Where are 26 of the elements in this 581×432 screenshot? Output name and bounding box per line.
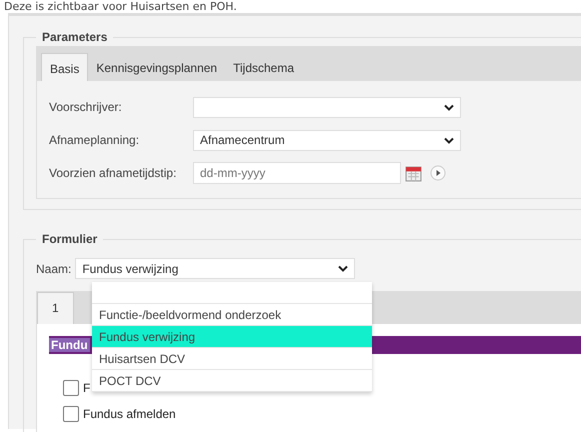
chevron-icon (338, 265, 348, 272)
group-legend: Formulier (36, 232, 104, 246)
name-select[interactable]: Fundus verwijzing (75, 258, 356, 279)
group-legend: Parameters (36, 30, 114, 44)
section-title: Fundu (49, 338, 90, 352)
date-field[interactable]: dd-mm-yyyy (193, 162, 401, 184)
select-field[interactable]: Afnamecentrum (193, 130, 461, 150)
select-field[interactable] (193, 96, 461, 118)
checkbox-label: Fundus afmelden (83, 407, 176, 421)
checkbox[interactable] (63, 380, 79, 396)
field-label: Voorschrijver: (49, 100, 123, 114)
field-label: Naam: (36, 262, 72, 276)
play-icon[interactable] (430, 165, 446, 181)
tab[interactable]: Basis (41, 53, 88, 81)
tab[interactable]: Kennisgevingsplannen (88, 53, 226, 81)
checkbox[interactable] (63, 406, 79, 422)
chevron-icon (444, 136, 454, 144)
checkbox-label: F (83, 381, 90, 395)
tab[interactable]: Tijdschema (225, 53, 302, 81)
caption-text: Deze is zichtbaar voor Huisartsen en POH. (3, 0, 238, 13)
field-label: Voorzien afnametijdstip: (49, 166, 178, 180)
field-label: Afnameplanning: (49, 133, 140, 147)
tab[interactable]: 1 (37, 292, 74, 324)
chevron-icon (444, 104, 454, 110)
calendar-icon[interactable] (405, 164, 422, 182)
dropdown-option[interactable]: Fundus verwijzing (92, 326, 372, 348)
